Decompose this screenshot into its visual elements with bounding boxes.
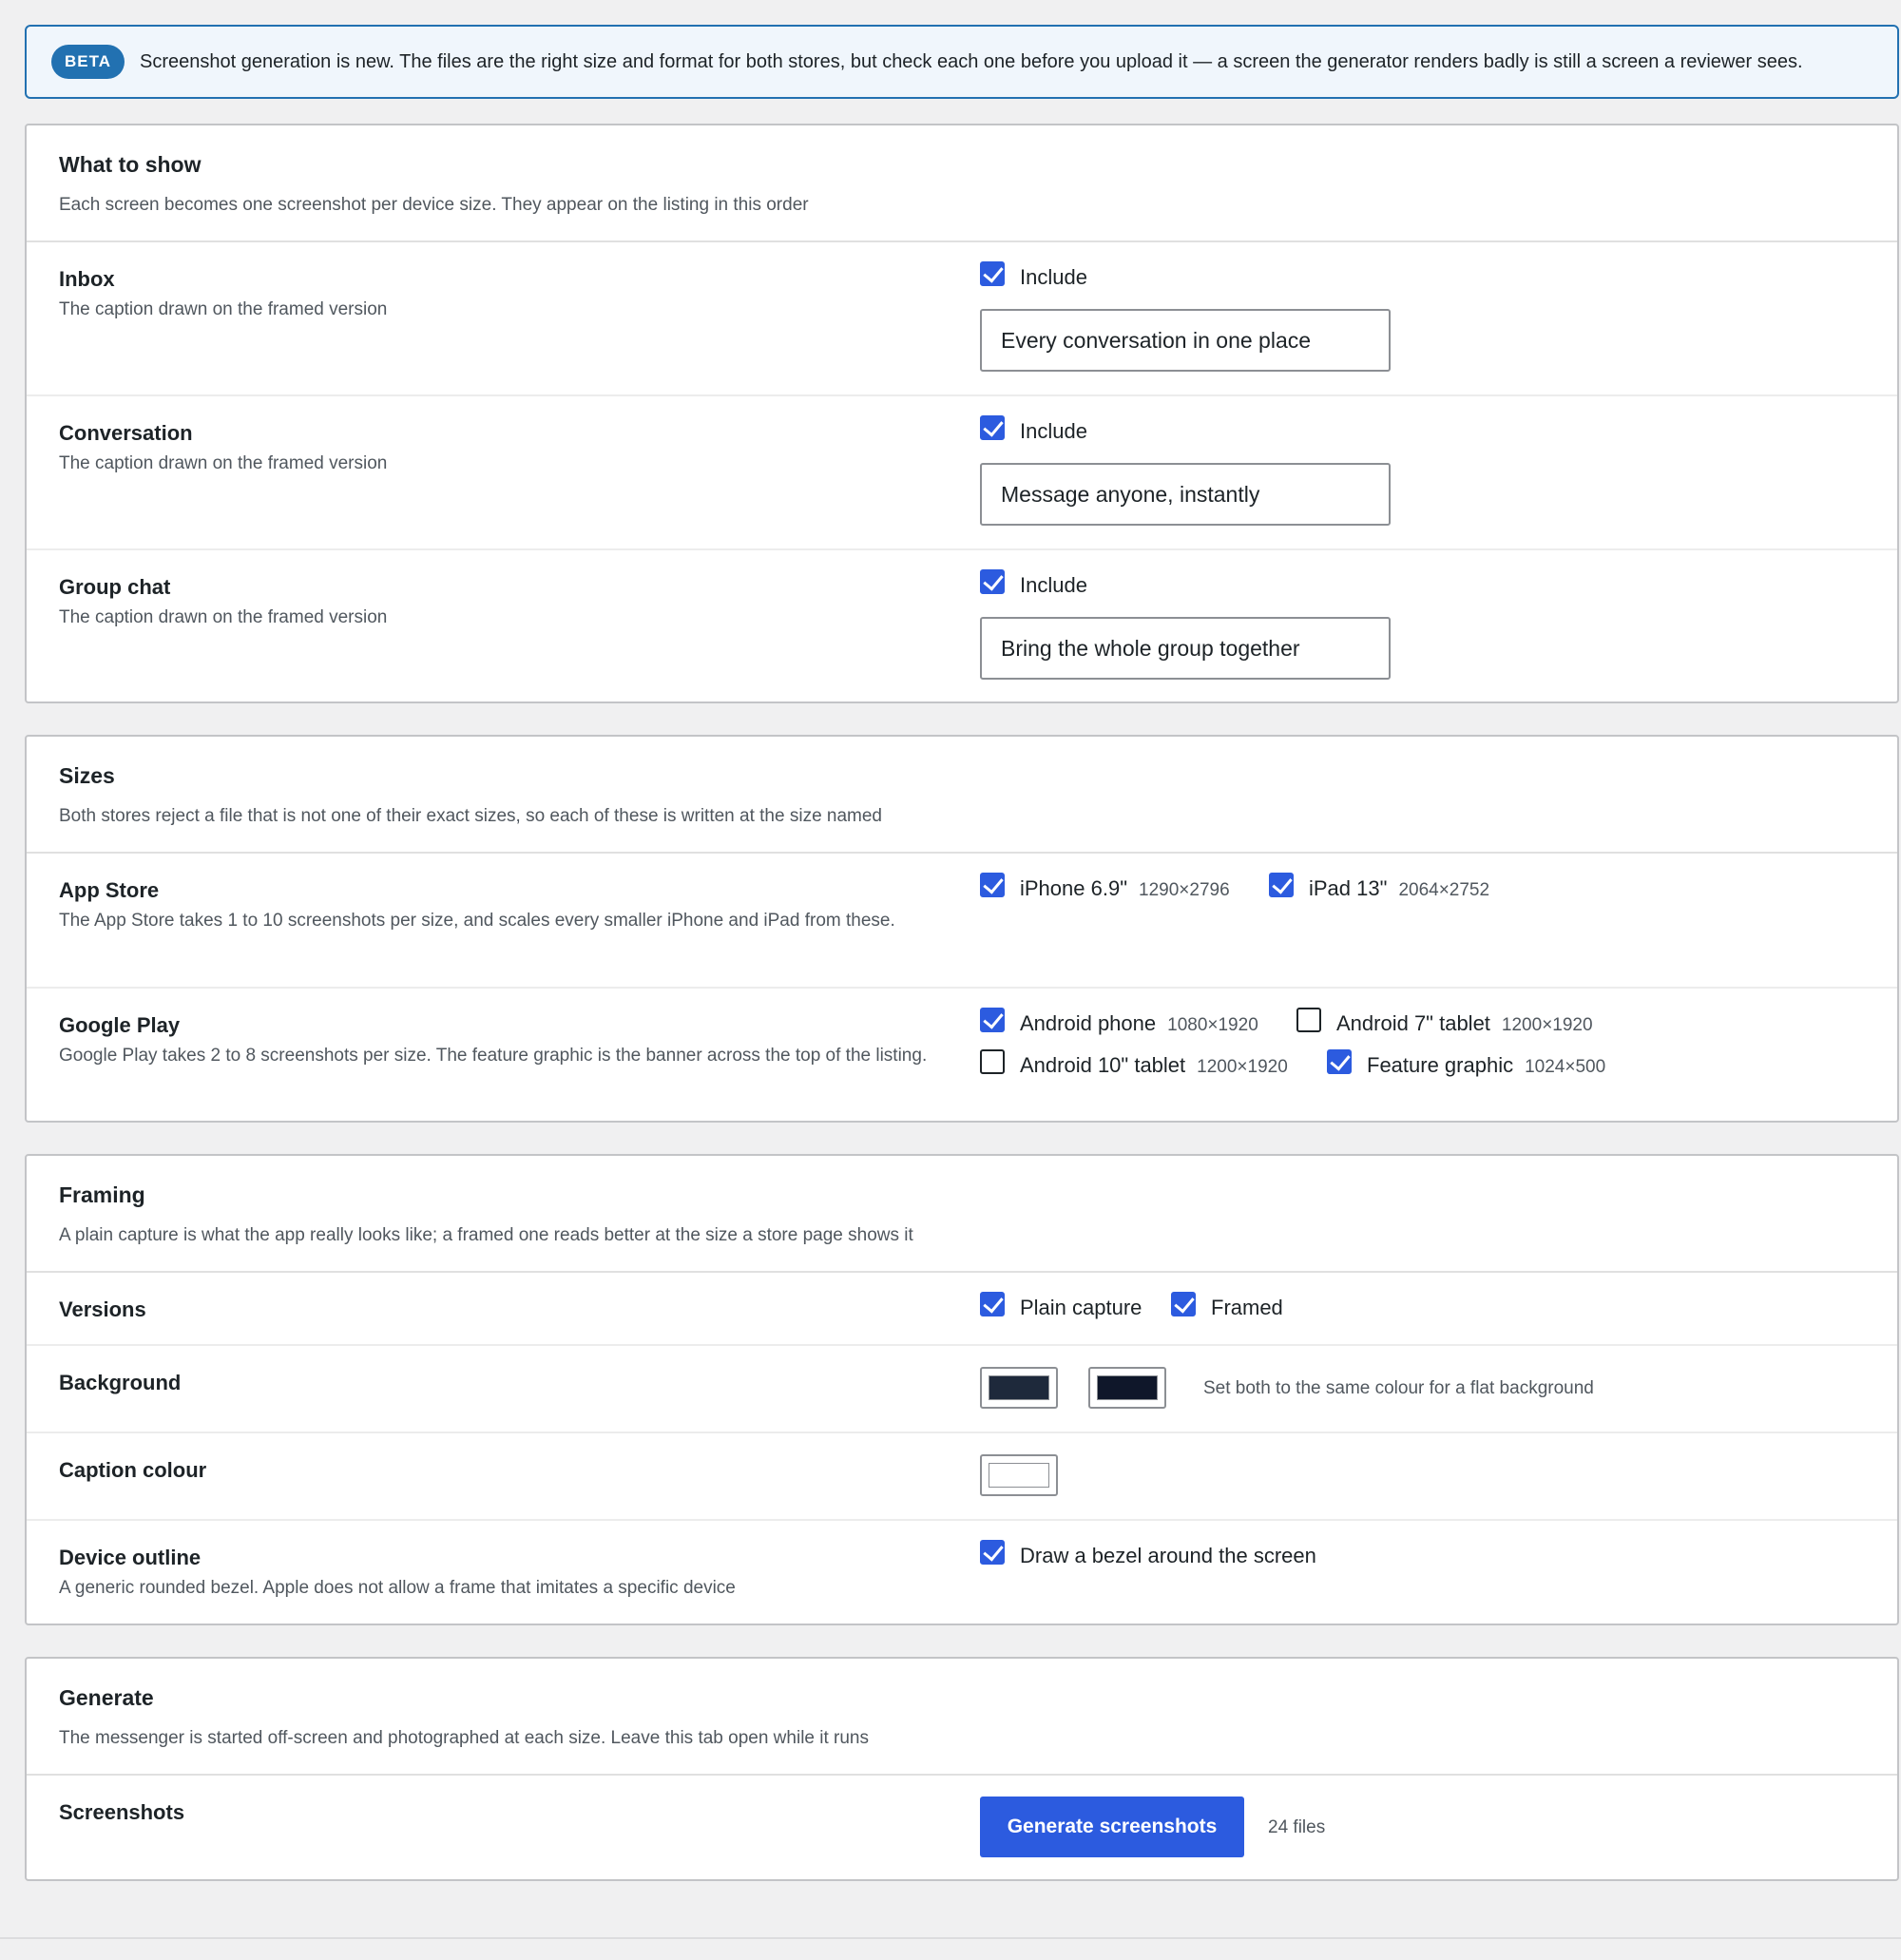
- card-description: Each screen becomes one screenshot per d…: [59, 195, 809, 215]
- card-title: What to show: [59, 152, 202, 177]
- caption-color-picker[interactable]: [980, 1454, 1058, 1496]
- iphone-size-label: iPhone 6.9" 1290×2796: [1020, 876, 1230, 901]
- row-label: Versions: [59, 1297, 146, 1321]
- android-phone-label: Android phone 1080×1920: [1020, 1011, 1258, 1036]
- background-color-1-picker[interactable]: [980, 1367, 1058, 1409]
- android-phone-checkbox[interactable]: [980, 1008, 1005, 1032]
- card-header: What to show Each screen becomes one scr…: [27, 125, 1897, 242]
- size-name: iPad 13": [1309, 876, 1388, 900]
- file-count: 24 files: [1268, 1817, 1326, 1837]
- row-description: The App Store takes 1 to 10 screenshots …: [59, 911, 895, 931]
- notice-text: Screenshot generation is new. The files …: [140, 50, 1803, 72]
- color-swatch: [1097, 1375, 1158, 1400]
- card-title: Framing: [59, 1182, 145, 1207]
- caption-input[interactable]: [980, 309, 1391, 372]
- generate-card: Generate The messenger is started off-sc…: [25, 1657, 1899, 1881]
- background-hint: Set both to the same colour for a flat b…: [1203, 1378, 1594, 1398]
- size-dims: 1290×2796: [1139, 880, 1230, 900]
- beta-badge: BETA: [51, 45, 125, 79]
- framed-checkbox[interactable]: [1171, 1292, 1196, 1316]
- include-label: Include: [1020, 265, 1087, 289]
- background-color-2-picker[interactable]: [1088, 1367, 1166, 1409]
- android-10-tablet-label: Android 10" tablet 1200×1920: [1020, 1053, 1288, 1078]
- footer-divider: [0, 1937, 1901, 1939]
- framed-label: Framed: [1211, 1296, 1283, 1319]
- size-name: Android 10" tablet: [1020, 1053, 1186, 1077]
- beta-notice: BETA Screenshot generation is new. The f…: [25, 25, 1899, 99]
- color-swatch: [989, 1375, 1049, 1400]
- card-title: Sizes: [59, 763, 115, 788]
- size-dims: 1200×1920: [1197, 1057, 1288, 1077]
- include-checkbox[interactable]: [980, 261, 1005, 286]
- include-label: Include: [1020, 573, 1087, 597]
- caption-input[interactable]: [980, 463, 1391, 526]
- sizes-card: Sizes Both stores reject a file that is …: [25, 735, 1899, 1123]
- size-name: iPhone 6.9": [1020, 876, 1128, 900]
- screen-description: The caption drawn on the framed version: [59, 299, 388, 319]
- ipad-size-checkbox[interactable]: [1269, 873, 1294, 897]
- screen-label: Conversation: [59, 421, 193, 445]
- size-dims: 1024×500: [1525, 1057, 1606, 1077]
- include-checkbox[interactable]: [980, 569, 1005, 594]
- size-dims: 2064×2752: [1398, 880, 1490, 900]
- iphone-size-checkbox[interactable]: [980, 873, 1005, 897]
- device-outline-row: Device outline A generic rounded bezel. …: [27, 1521, 1897, 1624]
- card-title: Generate: [59, 1685, 154, 1710]
- android-7-tablet-checkbox[interactable]: [1296, 1008, 1321, 1032]
- row-label: App Store: [59, 878, 160, 902]
- screen-description: The caption drawn on the framed version: [59, 607, 388, 627]
- size-dims: 1080×1920: [1167, 1015, 1258, 1035]
- generate-screenshots-button[interactable]: Generate screenshots: [980, 1797, 1244, 1857]
- card-header: Sizes Both stores reject a file that is …: [27, 737, 1897, 854]
- size-name: Android 7" tablet: [1336, 1011, 1490, 1035]
- screen-row-group-chat: Group chat The caption drawn on the fram…: [27, 550, 1897, 701]
- plain-capture-checkbox[interactable]: [980, 1292, 1005, 1316]
- size-name: Android phone: [1020, 1011, 1157, 1035]
- card-header: Framing A plain capture is what the app …: [27, 1156, 1897, 1273]
- bezel-label: Draw a bezel around the screen: [1020, 1544, 1316, 1567]
- app-store-row: App Store The App Store takes 1 to 10 sc…: [27, 854, 1897, 989]
- screen-row-conversation: Conversation The caption drawn on the fr…: [27, 396, 1897, 550]
- row-label: Device outline: [59, 1546, 202, 1569]
- android-7-tablet-label: Android 7" tablet 1200×1920: [1336, 1011, 1593, 1036]
- size-name: Feature graphic: [1367, 1053, 1514, 1077]
- card-description: Both stores reject a file that is not on…: [59, 806, 883, 826]
- plain-capture-label: Plain capture: [1020, 1296, 1143, 1319]
- feature-graphic-label: Feature graphic 1024×500: [1367, 1053, 1605, 1078]
- ipad-size-label: iPad 13" 2064×2752: [1309, 876, 1489, 901]
- android-10-tablet-checkbox[interactable]: [980, 1049, 1005, 1074]
- row-description: A generic rounded bezel. Apple does not …: [59, 1578, 736, 1598]
- feature-graphic-checkbox[interactable]: [1327, 1049, 1352, 1074]
- screen-description: The caption drawn on the framed version: [59, 453, 388, 473]
- bezel-checkbox[interactable]: [980, 1540, 1005, 1565]
- row-description: Google Play takes 2 to 8 screenshots per…: [59, 1046, 928, 1066]
- size-dims: 1200×1920: [1501, 1015, 1593, 1035]
- row-label: Google Play: [59, 1013, 181, 1037]
- include-checkbox[interactable]: [980, 415, 1005, 440]
- screen-label: Group chat: [59, 575, 171, 599]
- card-header: Generate The messenger is started off-sc…: [27, 1659, 1897, 1776]
- google-play-row: Google Play Google Play takes 2 to 8 scr…: [27, 989, 1897, 1121]
- caption-input[interactable]: [980, 617, 1391, 680]
- row-label: Caption colour: [59, 1458, 207, 1482]
- card-description: The messenger is started off-screen and …: [59, 1728, 869, 1748]
- background-row: Background Set both to the same colour f…: [27, 1346, 1897, 1433]
- screenshots-row: Screenshots Generate screenshots 24 file…: [27, 1776, 1897, 1879]
- framing-card: Framing A plain capture is what the app …: [25, 1154, 1899, 1625]
- screen-row-inbox: Inbox The caption drawn on the framed ve…: [27, 242, 1897, 396]
- row-label: Screenshots: [59, 1800, 185, 1824]
- versions-row: Versions Plain capture Framed: [27, 1273, 1897, 1346]
- row-label: Background: [59, 1371, 182, 1394]
- card-description: A plain capture is what the app really l…: [59, 1225, 913, 1245]
- include-label: Include: [1020, 419, 1087, 443]
- color-swatch: [989, 1463, 1049, 1488]
- what-to-show-card: What to show Each screen becomes one scr…: [25, 124, 1899, 703]
- caption-colour-row: Caption colour: [27, 1433, 1897, 1521]
- screen-label: Inbox: [59, 267, 115, 291]
